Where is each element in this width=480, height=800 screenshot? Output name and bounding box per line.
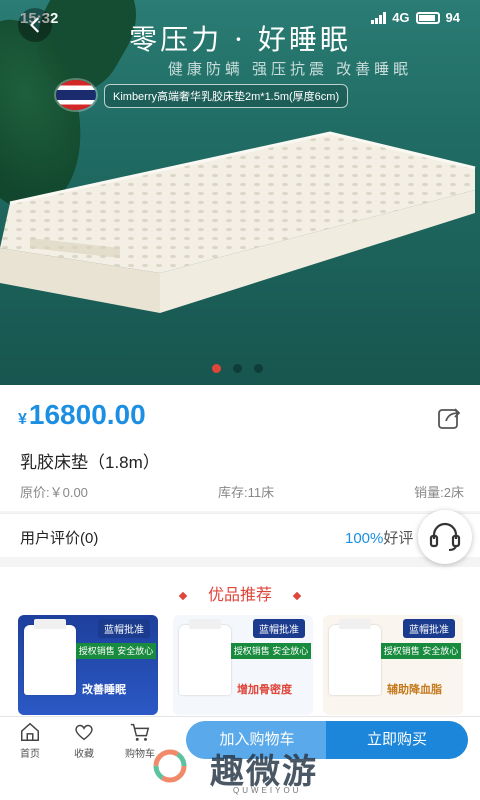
- heart-icon: [75, 724, 93, 741]
- currency-symbol: ¥: [18, 411, 27, 428]
- carousel-indicator: [212, 364, 263, 373]
- recommend-card[interactable]: 蓝帽批准 授权销售 安全放心 增加骨密度: [173, 615, 313, 715]
- card-band: 授权销售 安全放心: [231, 643, 311, 659]
- watermark: 趣微游 QUWEIYOU: [0, 749, 480, 800]
- banner-subtitle: 健康防螨 强压抗震 改善睡眠: [167, 61, 413, 78]
- tab-favorite-label: 收藏: [74, 749, 94, 760]
- card-caption: 辅助降血脂: [387, 684, 442, 696]
- recommend-list: 蓝帽批准 授权销售 安全放心 改善睡眠 蓝帽批准 授权销售 安全放心 增加骨密度…: [18, 615, 468, 715]
- signal-icon: [371, 11, 387, 24]
- card-caption: 增加骨密度: [237, 684, 292, 696]
- stock-count: 库存:11床: [218, 485, 275, 500]
- thailand-flag-icon: [56, 80, 96, 110]
- mattress-image: [0, 131, 476, 313]
- battery-icon: [415, 11, 440, 24]
- positive-rate-value: 100%: [345, 530, 384, 547]
- share-icon[interactable]: [436, 405, 462, 431]
- buy-now-button[interactable]: 立即购买: [326, 721, 468, 759]
- product-image-carousel[interactable]: 零压力 · 好睡眠 健康防螨 强压抗震 改善睡眠 Kimberry高端奢华乳胶床…: [0, 0, 480, 385]
- supplement-bottle-image: [24, 619, 76, 695]
- recommend-section: 优品推荐 蓝帽批准 授权销售 安全放心 改善睡眠 蓝帽批准 授权销售 安全放心 …: [0, 567, 480, 727]
- card-band: 授权销售 安全放心: [381, 643, 461, 659]
- positive-rate: 100%好评: [345, 527, 413, 548]
- tab-home[interactable]: 首页: [4, 721, 56, 760]
- cart-icon: [130, 723, 150, 741]
- customer-service-button[interactable]: [418, 510, 472, 564]
- supplement-bottle-image: [179, 619, 231, 695]
- product-title: 乳胶床垫（1.8m）: [20, 453, 160, 472]
- recommend-title-text: 优品推荐: [207, 587, 272, 604]
- carousel-dot[interactable]: [233, 364, 242, 373]
- quweiyou-logo: [153, 749, 187, 783]
- product-detail-page: 零压力 · 好睡眠 健康防螨 强压抗震 改善睡眠 Kimberry高端奢华乳胶床…: [0, 0, 480, 800]
- status-icons: 4G 94: [371, 10, 460, 25]
- network-icon: 4G: [392, 10, 410, 25]
- sales-count: 销量:2床: [414, 485, 464, 500]
- home-icon: [21, 722, 39, 741]
- card-tag: 蓝帽批准: [98, 619, 150, 638]
- price-value: 16800.00: [28, 399, 146, 430]
- back-button[interactable]: [18, 8, 52, 42]
- original-price: 原价:￥0.00: [20, 485, 88, 500]
- tab-favorite[interactable]: 收藏: [58, 721, 110, 760]
- card-tag: 蓝帽批准: [253, 619, 305, 638]
- tab-home-label: 首页: [20, 749, 40, 760]
- diamond-icon: [178, 591, 188, 601]
- carousel-dot[interactable]: [212, 364, 221, 373]
- status-bar: 15:32 4G 94: [0, 0, 480, 36]
- recommend-title: 优品推荐: [0, 581, 480, 605]
- watermark-subtext: QUWEIYOU: [233, 786, 302, 795]
- banner-spec-label: Kimberry高端奢华乳胶床垫2m*1.5m(厚度6cm): [104, 84, 349, 108]
- diamond-icon: [292, 591, 302, 601]
- supplement-bottle-image: [329, 619, 381, 695]
- carousel-dot[interactable]: [254, 364, 263, 373]
- recommend-card[interactable]: 蓝帽批准 授权销售 安全放心 辅助降血脂: [323, 615, 463, 715]
- battery-level: 94: [445, 10, 460, 25]
- chevron-left-icon: [30, 17, 39, 33]
- card-caption: 改善睡眠: [82, 684, 126, 696]
- review-row[interactable]: 用户评价(0) 100%好评: [0, 513, 480, 557]
- product-info-section: ¥16800.00 乳胶床垫（1.8m） 原价:￥0.00 库存:11床 销量:…: [0, 385, 480, 511]
- product-price: ¥16800.00: [18, 399, 146, 431]
- card-tag: 蓝帽批准: [403, 619, 455, 638]
- recommend-card[interactable]: 蓝帽批准 授权销售 安全放心 改善睡眠: [18, 615, 158, 715]
- review-label: 用户评价(0): [20, 530, 99, 547]
- headset-icon: [429, 522, 461, 551]
- card-band: 授权销售 安全放心: [76, 643, 156, 659]
- positive-rate-suffix: 好评: [383, 530, 414, 547]
